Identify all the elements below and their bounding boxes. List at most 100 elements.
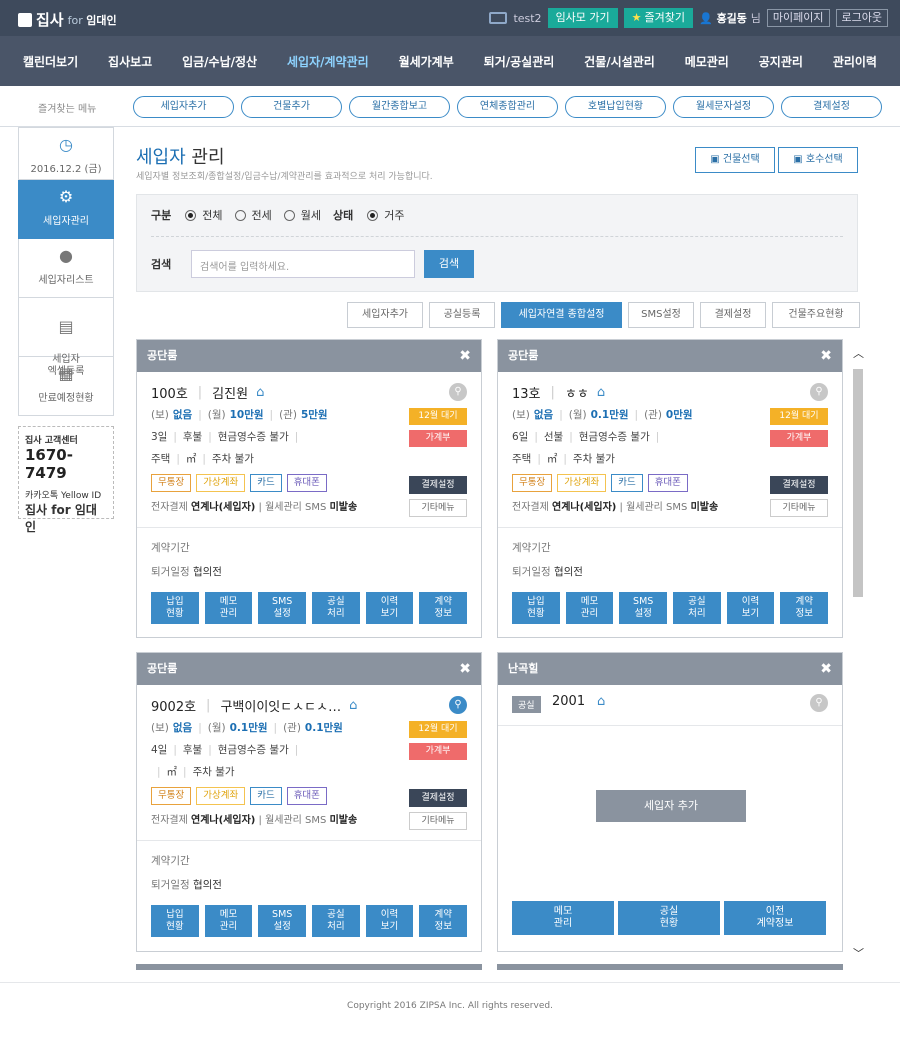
contract-info-button[interactable]: 계약 정보 [419, 592, 468, 624]
clip-icon[interactable]: ⚲ [449, 383, 467, 401]
previous-contract-button[interactable]: 이전 계약정보 [724, 901, 826, 935]
unit-number[interactable]: 9002호 [151, 696, 196, 715]
sms-settings-button[interactable]: SMS설정 [628, 302, 694, 328]
vacant-status-button[interactable]: 공실 현황 [618, 901, 720, 935]
etc-menu-button[interactable]: 기타메뉴 [409, 812, 467, 830]
nav-report[interactable]: 집사보고 [108, 53, 152, 70]
tenant-name[interactable]: ㅎㅎ [565, 383, 589, 402]
payment-setting-button[interactable]: 결제설정 [770, 476, 828, 494]
payment-status-button[interactable]: 납입 현황 [512, 592, 560, 624]
radio-resident[interactable] [367, 209, 379, 221]
rent-value: 0.1만원 [229, 722, 268, 734]
etc-menu-button[interactable]: 기타메뉴 [770, 499, 828, 517]
moveout-schedule: 퇴거일정 협의전 [151, 566, 222, 578]
moveout-schedule: 퇴거일정 협의전 [512, 566, 583, 578]
nav-moveout[interactable]: 퇴거/공실관리 [484, 53, 555, 70]
memo-manage-button[interactable]: 메모 관리 [204, 592, 253, 624]
contract-period: 계약기간 [151, 542, 190, 554]
rent-value: 0.1만원 [590, 409, 629, 421]
nav-tenant[interactable]: 세입자/계약관리 [287, 53, 369, 70]
payment-status-button[interactable]: 납입 현황 [151, 905, 199, 937]
nav-notice[interactable]: 공지관리 [759, 53, 803, 70]
add-tenant-to-vacancy-button[interactable]: 세입자 추가 [596, 790, 746, 822]
fav-sms-setting[interactable]: 월세문자설정 [673, 96, 774, 118]
radio-all[interactable] [185, 209, 197, 221]
close-icon[interactable]: ✖ [459, 653, 471, 685]
vacant-memo-button[interactable]: 메모 관리 [512, 901, 614, 935]
clip-icon[interactable]: ⚲ [810, 383, 828, 401]
tenant-name[interactable]: 김진원 [212, 383, 248, 402]
wait-badge: 12월 대기 [409, 408, 467, 425]
register-vacancy-button[interactable]: 공실등록 [429, 302, 495, 328]
chevron-down-icon[interactable]: ﹀ [853, 945, 864, 961]
mypage-button[interactable]: 마이페이지 [766, 9, 830, 27]
fav-payment-setting[interactable]: 결제설정 [781, 96, 882, 118]
ledger-button[interactable]: 가계부 [409, 743, 467, 760]
next-card-edge [136, 964, 482, 970]
card-header: 공단룸 ✖ [137, 653, 481, 685]
logo[interactable]: 집사 for 임대인 [18, 9, 117, 30]
fav-overdue[interactable]: 연체종합관리 [457, 96, 558, 118]
scrollbar[interactable]: ︿ ﹀ [850, 345, 866, 961]
memo-manage-button[interactable]: 메모 관리 [204, 905, 253, 937]
vacancy-process-button[interactable]: 공실 처리 [312, 905, 360, 937]
history-button[interactable]: 이력 보기 [365, 905, 414, 937]
clip-icon[interactable]: ⚲ [810, 694, 828, 712]
radio-jeonse[interactable] [234, 209, 246, 221]
history-button[interactable]: 이력 보기 [365, 592, 414, 624]
history-button[interactable]: 이력 보기 [726, 592, 775, 624]
vacancy-process-button[interactable]: 공실 처리 [312, 592, 360, 624]
nav-payment[interactable]: 입금/수납/정산 [182, 53, 257, 70]
contract-info-button[interactable]: 계약 정보 [780, 592, 829, 624]
nav-memo[interactable]: 메모관리 [685, 53, 729, 70]
chevron-up-icon[interactable]: ︿ [853, 345, 864, 361]
sidebar-item-tenant-manage[interactable]: ⚙ 세입자관리 [18, 180, 114, 239]
add-tenant-button[interactable]: 세입자추가 [347, 302, 423, 328]
sidebar-item-expiring[interactable]: ▦ 만료예정현황 [18, 357, 114, 416]
payment-settings-button[interactable]: 결제설정 [700, 302, 766, 328]
building-status-button[interactable]: 건물주요현황 [772, 302, 860, 328]
fav-add-tenant[interactable]: 세입자추가 [133, 96, 234, 118]
nav-calendar[interactable]: 캘린더보기 [23, 53, 78, 70]
sidebar-item-excel[interactable]: ▤ 세입자 엑셀등록 [18, 298, 114, 377]
megaphone-icon[interactable] [489, 12, 508, 24]
nav-ledger[interactable]: 월세가계부 [399, 53, 454, 70]
search-button[interactable]: 검색 [424, 250, 474, 278]
ledger-button[interactable]: 가계부 [409, 430, 467, 447]
ledger-button[interactable]: 가계부 [770, 430, 828, 447]
clip-icon[interactable]: ⚲ [449, 696, 467, 714]
close-icon[interactable]: ✖ [820, 653, 832, 685]
sms-setting-button[interactable]: SMS 설정 [258, 905, 307, 937]
nav-history[interactable]: 관리이력 [833, 53, 877, 70]
search-input[interactable]: 검색어를 입력하세요. [191, 250, 415, 278]
nav-building[interactable]: 건물/시설관리 [584, 53, 655, 70]
close-icon[interactable]: ✖ [459, 340, 471, 372]
goto-community-button[interactable]: 임사모 가기 [547, 8, 618, 28]
vacancy-process-button[interactable]: 공실 처리 [673, 592, 721, 624]
payment-setting-button[interactable]: 결제설정 [409, 476, 467, 494]
select-unit-button[interactable]: ▣ 호수선택 [778, 147, 858, 173]
fav-unit-payment[interactable]: 호별납입현황 [565, 96, 666, 118]
card-header: 난곡힐 ✖ [498, 653, 842, 685]
tenant-link-settings-button[interactable]: 세입자연결 종합설정 [501, 302, 622, 328]
favorite-button[interactable]: ★ 즐겨찾기 [623, 8, 694, 28]
payment-setting-button[interactable]: 결제설정 [409, 789, 467, 807]
sms-setting-button[interactable]: SMS 설정 [619, 592, 668, 624]
fav-add-building[interactable]: 건물추가 [241, 96, 342, 118]
logout-button[interactable]: 로그아웃 [835, 9, 888, 27]
memo-manage-button[interactable]: 메모 관리 [565, 592, 614, 624]
close-icon[interactable]: ✖ [820, 340, 832, 372]
sms-setting-button[interactable]: SMS 설정 [258, 592, 307, 624]
payment-status-button[interactable]: 납입 현황 [151, 592, 199, 624]
tenant-name[interactable]: 구백이이잇ㄷㅅㄷㅅ… [220, 696, 341, 715]
fav-monthly-report[interactable]: 월간종합보고 [349, 96, 450, 118]
scroll-thumb[interactable] [853, 369, 863, 597]
sidebar-item-tenant-list[interactable]: ● 세입자리스트 [18, 239, 114, 298]
unit-number[interactable]: 100호 [151, 383, 188, 402]
select-building-button[interactable]: ▣ 건물선택 [695, 147, 775, 173]
virtual-account-tag: 가상계좌 [557, 474, 607, 492]
radio-wolse[interactable] [283, 209, 295, 221]
etc-menu-button[interactable]: 기타메뉴 [409, 499, 467, 517]
unit-number[interactable]: 13호 [512, 383, 541, 402]
contract-info-button[interactable]: 계약 정보 [419, 905, 468, 937]
